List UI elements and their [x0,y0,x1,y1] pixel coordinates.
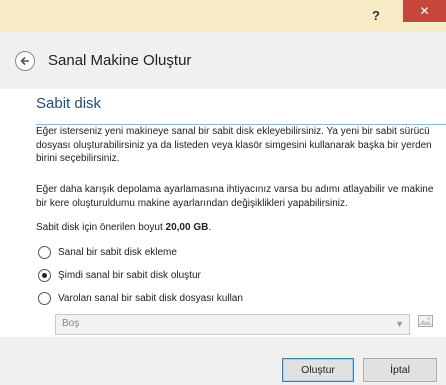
back-button[interactable] [15,51,35,71]
wizard-header: Sanal Makine Oluştur [0,31,446,90]
page-title: Sabit disk [36,95,102,112]
recommended-size-suffix: . [208,222,212,233]
button-bar: Oluştur İptal [0,337,446,385]
intro-text: Eğer isterseniz yeni makineye sanal bir … [36,126,432,164]
create-button[interactable]: Oluştur [282,358,354,382]
wizard-page: Sabit disk Eğer isterseniz yeni makineye… [0,89,446,337]
chevron-down-icon: ▼ [395,319,404,329]
folder-icon[interactable] [417,312,434,329]
radio-existing-disk[interactable] [38,291,51,305]
option-existing-disk[interactable]: Varolan sanal bir sabit disk dosyası kul… [38,290,243,306]
wizard-title: Sanal Makine Oluştur [48,52,192,69]
radio-create-disk[interactable] [38,268,51,282]
option-label: Sanal bir sabit disk ekleme [58,246,177,258]
option-label: Varolan sanal bir sabit disk dosyası kul… [58,292,243,304]
existing-disk-select-value: Boş [62,318,80,329]
radio-no-disk[interactable] [38,245,51,259]
recommended-size-prefix: Sabit disk için önerilen boyut [36,222,166,233]
existing-disk-select[interactable]: Boş ▼ [55,314,410,335]
option-label: Şimdi sanal bir sabit disk oluştur [58,269,201,281]
option-create-disk[interactable]: Şimdi sanal bir sabit disk oluştur [38,267,201,283]
recommended-size-value: 20,00 GB [165,222,209,233]
back-arrow-icon [20,56,29,66]
option-no-disk[interactable]: Sanal bir sabit disk ekleme [38,244,177,260]
close-button[interactable]: ✕ [403,0,446,22]
advanced-hint-text: Eğer daha karışık depolama ayarlamasına … [36,184,434,209]
cancel-button[interactable]: İptal [363,358,437,382]
title-bar: ? ✕ [0,0,446,31]
recommended-size-text: Sabit disk için önerilen boyut 20,00 GB. [36,221,440,235]
help-button[interactable]: ? [372,8,380,23]
